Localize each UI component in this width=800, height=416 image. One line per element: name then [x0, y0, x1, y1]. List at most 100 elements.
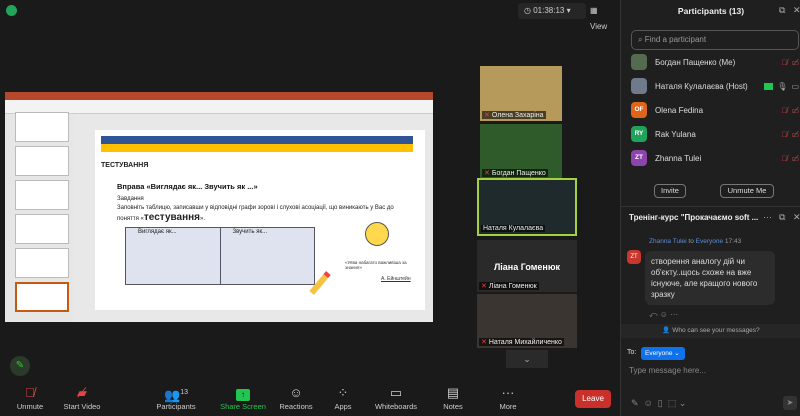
chat-input[interactable]: Type message here... [629, 366, 706, 375]
quote-author: А. Ейнштейн [381, 276, 411, 282]
encryption-shield-icon[interactable] [6, 5, 17, 16]
avatar: ZT [631, 150, 647, 166]
mic-off-icon: ✕ [484, 112, 490, 119]
slide-thumbnail[interactable] [15, 248, 69, 278]
unmute-me-button[interactable]: Unmute Me [720, 184, 774, 198]
mic-icon[interactable]: 🎙 [777, 82, 787, 91]
notes-button[interactable]: ▤ Notes [423, 384, 483, 411]
participant-row[interactable]: Богдан Пащенко (Me) 🎙̸ ▭̸ [631, 51, 799, 73]
task-keyword: тестування [143, 212, 200, 223]
tile-name: Наталя Михайличенко [488, 339, 562, 346]
popout-icon[interactable]: ⧉ [779, 212, 785, 223]
share-screen-button[interactable]: ↑ Share Screen [213, 384, 273, 411]
avatar: ZT [627, 250, 641, 264]
current-slide: ТЕСТУВАННЯ Вправа «Виглядає як... Звучит… [95, 130, 425, 310]
participant-search-input[interactable]: ⌕ Find a participant [631, 30, 799, 50]
grid-icon: ▦ [590, 6, 598, 15]
mic-off-icon[interactable]: 🎙̸ [781, 58, 787, 67]
participants-title: Participants (13) [677, 6, 745, 16]
side-panel: Participants (13) ⧉ ✕ ⌕ Find a participa… [620, 0, 800, 416]
close-icon[interactable]: ✕ [793, 212, 800, 223]
tile-name: Ліана Гоменюк [488, 283, 537, 290]
participant-name: Olena Fedina [655, 105, 704, 115]
divider [621, 206, 800, 207]
who-can-see-link[interactable]: 👤 Who can see your messages? [621, 324, 800, 338]
more-icon[interactable]: ··· [670, 310, 678, 319]
mic-off-icon[interactable]: 🎙̸ [781, 154, 787, 163]
message-time: 17:43 [724, 238, 742, 245]
apps-button[interactable]: ⁘ Apps [313, 384, 373, 411]
chevron-down-icon[interactable]: ⌄ [506, 350, 548, 368]
mic-off-icon[interactable]: 🎙̸ [781, 106, 787, 115]
close-icon[interactable]: ✕ [793, 5, 800, 16]
share-screen-icon: ↑ [213, 384, 273, 402]
video-icon[interactable]: ▭ [791, 82, 799, 91]
video-off-icon[interactable]: ▭̸ [791, 58, 799, 67]
mic-off-icon[interactable]: 🎙̸ [781, 130, 787, 139]
avatar: OF [631, 102, 647, 118]
more-icon[interactable]: ··· [763, 212, 772, 222]
video-off-icon[interactable]: ▭̸ [791, 154, 799, 163]
powerpoint-ribbon [5, 100, 433, 114]
table-col-looks: Виглядає як... [126, 228, 221, 284]
reply-icon[interactable]: ⤺ [649, 310, 658, 319]
popout-icon[interactable]: ⧉ [779, 5, 785, 16]
message-actions: ⤺ ☺ ··· [649, 310, 678, 320]
user-lock-icon: 👤 [662, 327, 673, 334]
label: Notes [443, 402, 463, 411]
leave-button[interactable]: Leave [575, 390, 611, 408]
participant-row[interactable]: ZT Zhanna Tulei 🎙̸ ▭̸ [631, 147, 799, 169]
start-video-button[interactable]: ▰̸ Start Video [52, 384, 112, 411]
chat-message: створення аналогу дій чи об'єкту..щось с… [645, 251, 775, 305]
apps-icon: ⁘ [337, 385, 349, 400]
participant-row[interactable]: Наталя Кулалаєва (Host) 🎙 ▭ [631, 75, 799, 97]
sharing-icon [764, 82, 774, 90]
tile-name: Наталя Кулалаєва [483, 225, 544, 232]
video-off-icon[interactable]: ▭̸ [791, 106, 799, 115]
screenshot-icon[interactable]: ⬚ [668, 398, 677, 408]
label: Who can see your messages? [672, 327, 760, 334]
sender-name: Zhanna Tulei [649, 238, 687, 245]
notes-icon: ▤ [446, 385, 460, 400]
participants-button[interactable]: 👥13 Participants [146, 384, 206, 411]
slide-thumbnail[interactable] [15, 146, 69, 176]
slide-thumbnail-selected[interactable] [15, 282, 69, 312]
slide-table: Виглядає як... Звучить як... [125, 227, 315, 285]
emoji-icon[interactable]: ☺ [644, 398, 653, 408]
chat-tools: ✎ ☺ ▯ ⬚ ⌄ [631, 398, 687, 408]
avatar [631, 78, 647, 94]
slide-heading: ТЕСТУВАННЯ [101, 162, 149, 169]
mic-off-icon: ✕ [481, 339, 487, 346]
shared-screen: ТЕСТУВАННЯ Вправа «Виглядає як... Звучит… [5, 92, 433, 322]
video-tile[interactable]: Ліана Гоменюк ✕ Ліана Гоменюк [477, 240, 577, 292]
video-tile[interactable]: ✕ Наталя Михайличенко [477, 294, 577, 348]
send-icon[interactable]: ➤ [783, 396, 797, 410]
whiteboards-button[interactable]: ▭ Whiteboards [366, 384, 426, 411]
participant-name: Наталя Кулалаєва (Host) [655, 81, 748, 91]
annotate-pencil-icon[interactable]: ✎ [10, 356, 30, 376]
video-off-icon[interactable]: ▭̸ [791, 130, 799, 139]
video-tile[interactable]: ✕ Богдан Пащенко [480, 124, 562, 179]
meeting-timer[interactable]: ◷ 01:38:13 ▾ [518, 3, 586, 19]
participant-name: Богдан Пащенко (Me) [655, 57, 736, 67]
video-off-icon: ▰̸ [77, 385, 87, 400]
video-tile-active-speaker[interactable]: Наталя Кулалаєва [477, 178, 577, 236]
video-tile[interactable]: ✕ Олена Захаріна [480, 66, 562, 121]
invite-button[interactable]: Invite [654, 184, 686, 198]
label: More [499, 402, 517, 411]
label: Share Screen [220, 402, 266, 411]
view-button[interactable]: ▦ View [590, 3, 616, 31]
to-label: To: [627, 349, 637, 356]
participant-row[interactable]: RY Rak Yulana 🎙̸ ▭̸ [631, 123, 799, 145]
recipient-dropdown[interactable]: Everyone ⌄ [641, 347, 685, 360]
slide-thumbnail[interactable] [15, 214, 69, 244]
slide-thumbnail[interactable] [15, 112, 69, 142]
slide-thumbnail[interactable] [15, 180, 69, 210]
unmute-button[interactable]: 🎙̸ Unmute [0, 384, 60, 411]
yellow-stripe [101, 144, 413, 152]
more-button[interactable]: ··· More [478, 384, 538, 411]
participant-row[interactable]: OF Olena Fedina 🎙̸ ▭̸ [631, 99, 799, 121]
format-icon[interactable]: ✎ [631, 398, 639, 408]
file-icon[interactable]: ▯ [658, 398, 663, 408]
emoji-icon[interactable]: ☺ [660, 310, 668, 319]
